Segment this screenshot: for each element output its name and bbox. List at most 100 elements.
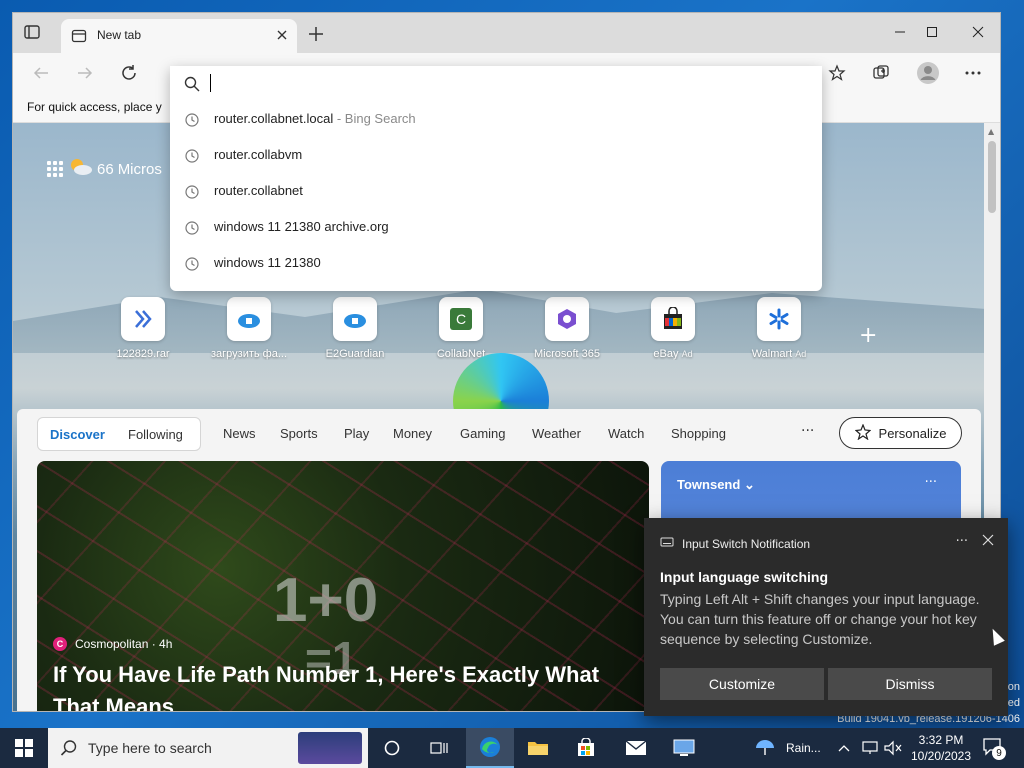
tab-discover[interactable]: Discover	[50, 427, 105, 442]
desktop-watermark-line1: on	[1007, 681, 1020, 693]
tab-actions-icon[interactable]	[23, 23, 45, 45]
suggestion-text: router.collabnet.local	[214, 111, 334, 126]
notification-count-badge: 9	[992, 746, 1006, 760]
suggestion-item[interactable]: router.collabnet	[170, 174, 822, 210]
quick-link-122829[interactable]: 122829.rar	[97, 297, 189, 360]
quick-link-upload[interactable]: загрузить фа...	[203, 297, 295, 360]
suggestion-text: windows 11 21380	[214, 255, 321, 270]
history-icon	[184, 184, 200, 204]
customize-button[interactable]: Customize	[660, 668, 824, 700]
quick-link-label: Microsoft 365	[533, 348, 601, 360]
close-window-icon[interactable]	[963, 21, 993, 43]
new-tab-icon	[71, 28, 87, 48]
scroll-up-icon[interactable]: ▲	[988, 127, 994, 136]
cosmopolitan-icon: C	[53, 637, 67, 651]
header-weather[interactable]: 66 Micros	[47, 157, 162, 181]
desktop-watermark-line2: ed	[1007, 697, 1020, 709]
tab-title: New tab	[97, 28, 142, 42]
profile-avatar-icon[interactable]	[915, 60, 941, 86]
windows-start-icon[interactable]	[0, 728, 48, 768]
scroll-thumb[interactable]	[988, 141, 996, 213]
favorites-icon[interactable]	[827, 63, 847, 83]
suggestion-item[interactable]: windows 11 21380 archive.org	[170, 210, 822, 246]
walmart-spark-icon	[757, 297, 801, 341]
quick-link-walmart[interactable]: Walmart Ad	[733, 297, 825, 360]
collections-icon[interactable]	[871, 63, 891, 83]
nav-shopping[interactable]: Shopping	[671, 426, 726, 441]
nav-gaming[interactable]: Gaming	[460, 426, 506, 441]
personalize-button[interactable]: Personalize	[839, 417, 962, 449]
toast-header: Input Switch Notification	[660, 536, 810, 551]
toast-title: Input language switching	[660, 569, 828, 585]
quick-link-label: 122829.rar	[116, 348, 170, 360]
suggestion-item[interactable]: windows 11 21380	[170, 246, 822, 282]
umbrella-rain-icon[interactable]	[754, 738, 776, 762]
nav-news[interactable]: News	[223, 426, 256, 441]
title-bar: New tab	[13, 13, 1000, 53]
task-view-icon[interactable]	[416, 728, 464, 768]
add-tab-icon[interactable]	[307, 25, 325, 47]
search-icon	[184, 76, 200, 96]
refresh-icon[interactable]	[119, 63, 139, 83]
network-icon[interactable]	[862, 740, 878, 760]
minimize-icon[interactable]	[885, 21, 915, 43]
quick-link-microsoft-365[interactable]: Microsoft 365	[521, 297, 613, 360]
article-source: C Cosmopolitan · 4h	[53, 637, 172, 651]
weather-temperature: 66	[97, 160, 114, 178]
suggestion-text: router.collabvm	[214, 147, 303, 162]
weather-city[interactable]: Townsend ⌄	[677, 477, 755, 493]
suggestion-item[interactable]: router.collabvm	[170, 138, 822, 174]
tab-following[interactable]: Following	[128, 427, 183, 442]
weather-more-icon[interactable]: ···	[925, 475, 937, 490]
system-clock[interactable]: 3:32 PM 10/20/2023	[906, 732, 976, 764]
hero-article[interactable]: 1+0 =1 C Cosmopolitan · 4h If You Have L…	[37, 461, 649, 711]
personalize-label: Personalize	[878, 425, 947, 441]
mail-icon[interactable]	[612, 728, 660, 768]
nav-play[interactable]: Play	[344, 426, 369, 441]
suggestion-source: - Bing Search	[333, 111, 416, 126]
quick-link-collabnet[interactable]: C CollabNet	[415, 297, 507, 360]
keyboard-icon	[660, 536, 674, 551]
volume-muted-icon[interactable]	[884, 740, 902, 760]
article-headline[interactable]: If You Have Life Path Number 1, Here's E…	[53, 659, 633, 711]
address-input[interactable]	[210, 74, 211, 92]
toast-close-icon[interactable]	[982, 534, 994, 550]
close-tab-icon[interactable]	[275, 28, 289, 46]
add-quick-link-icon[interactable]: +	[859, 323, 877, 348]
nav-watch[interactable]: Watch	[608, 426, 644, 441]
nav-sports[interactable]: Sports	[280, 426, 318, 441]
toast-body: Typing Left Alt + Shift changes your inp…	[660, 591, 980, 647]
cloud-lock-icon	[227, 297, 271, 341]
letter-c-icon: C	[439, 297, 483, 341]
app-launcher-icon[interactable]	[47, 161, 63, 177]
taskbar-search-box[interactable]: Type here to search	[48, 728, 368, 768]
back-icon[interactable]	[31, 63, 51, 83]
notification-toast: Input Switch Notification ··· Input lang…	[644, 518, 1008, 716]
sparkle-star-icon	[854, 422, 871, 443]
tab-new-tab[interactable]: New tab	[61, 19, 297, 53]
quick-link-label: загрузить фа...	[210, 348, 288, 360]
edge-taskbar-icon[interactable]	[466, 728, 514, 768]
brand-text: Micros	[117, 160, 162, 178]
suggestion-item[interactable]: router.collabnet.local - Bing Search	[170, 102, 822, 138]
feed-toggle: Discover Following	[37, 417, 201, 451]
quick-link-e2guardian[interactable]: E2Guardian	[309, 297, 401, 360]
more-nav-icon[interactable]: ···	[801, 423, 814, 439]
tray-overflow-chevron-icon[interactable]	[838, 742, 850, 757]
taskbar-weather-text[interactable]: Rain...	[786, 741, 821, 755]
settings-more-icon[interactable]	[963, 63, 983, 83]
remote-desktop-icon[interactable]	[660, 728, 708, 768]
toast-more-icon[interactable]: ···	[956, 534, 968, 549]
quick-link-ebay[interactable]: eBay Ad	[627, 297, 719, 360]
nav-money[interactable]: Money	[393, 426, 432, 441]
ad-badge: Ad	[681, 349, 693, 359]
file-explorer-icon[interactable]	[514, 728, 562, 768]
nav-weather[interactable]: Weather	[532, 426, 581, 441]
history-icon	[184, 256, 200, 276]
clock-date: 10/20/2023	[910, 749, 972, 763]
forward-icon[interactable]	[75, 63, 95, 83]
cortana-icon[interactable]	[368, 728, 416, 768]
maximize-icon[interactable]	[917, 21, 947, 43]
store-icon[interactable]	[562, 728, 610, 768]
dismiss-button[interactable]: Dismiss	[828, 668, 992, 700]
